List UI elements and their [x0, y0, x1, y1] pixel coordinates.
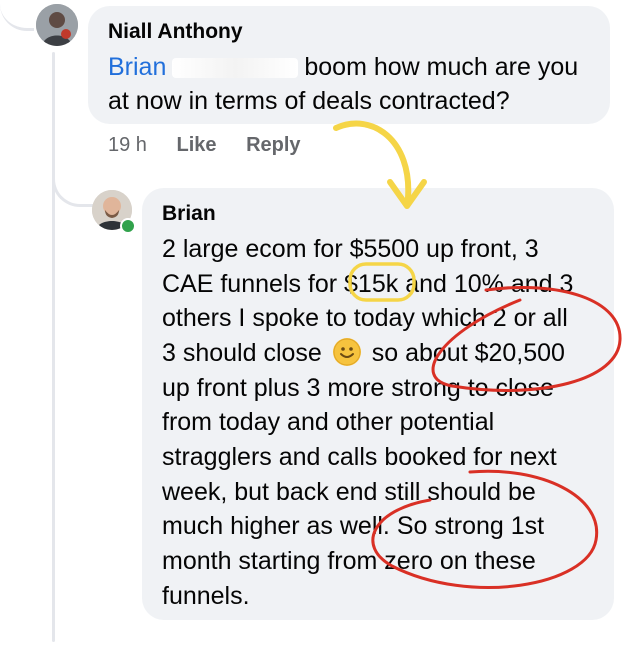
- comment-text-part: boom how much are you: [304, 53, 579, 81]
- reply-text-line: up front plus 3 more strong to close: [162, 374, 554, 402]
- reply-text-line: funnels.: [162, 582, 250, 610]
- reply-text-line: from today and other potential: [162, 408, 495, 436]
- mention-link[interactable]: Brian: [108, 53, 166, 81]
- reply-text-line: 2 large ecom for $5500 up front, 3: [162, 235, 539, 263]
- reply-text-part: so about $20,500: [371, 339, 565, 367]
- user-photo-icon: [36, 4, 78, 46]
- reply-text-line: week, but back end still should be: [162, 478, 536, 506]
- smiley-emoji-icon: [332, 338, 361, 366]
- redacted-surname: [172, 58, 299, 79]
- thread-connector-top: [0, 4, 34, 31]
- like-button[interactable]: Like: [177, 134, 217, 156]
- avatar-niall[interactable]: [36, 4, 78, 46]
- thread-line: [52, 52, 55, 642]
- reply-text-line: others I spoke to today which 2 or all: [162, 304, 568, 332]
- reply-text-line: much higher as well. So strong 1st: [162, 512, 545, 540]
- comment-text-line-1: Brian boom how much are you: [108, 50, 578, 84]
- comment-bubble: Niall Anthony Brian boom how much are you…: [88, 6, 610, 124]
- online-status-dot: [120, 218, 136, 234]
- comment-text-line-2: at now in terms of deals contracted?: [108, 87, 510, 115]
- reply-author[interactable]: Brian: [162, 202, 216, 226]
- reply-text-line: stragglers and calls booked for next: [162, 443, 557, 471]
- reply-text-line: month starting from zero on these: [162, 547, 536, 575]
- timestamp[interactable]: 19 h: [108, 134, 147, 156]
- reply-button[interactable]: Reply: [246, 134, 300, 156]
- reply-text-line: CAE funnels for $15k and 10% and 3: [162, 270, 574, 298]
- comment-actions: 19 h Like Reply: [108, 134, 325, 157]
- reply-bubble: Brian 2 large ecom for $5500 up front, 3…: [142, 188, 614, 620]
- reply-text-part: 3 should close: [162, 339, 322, 367]
- reply-connector: [52, 170, 95, 207]
- reply-text-line: 3 should close so about $20,500: [162, 336, 565, 370]
- comment-author[interactable]: Niall Anthony: [108, 20, 243, 44]
